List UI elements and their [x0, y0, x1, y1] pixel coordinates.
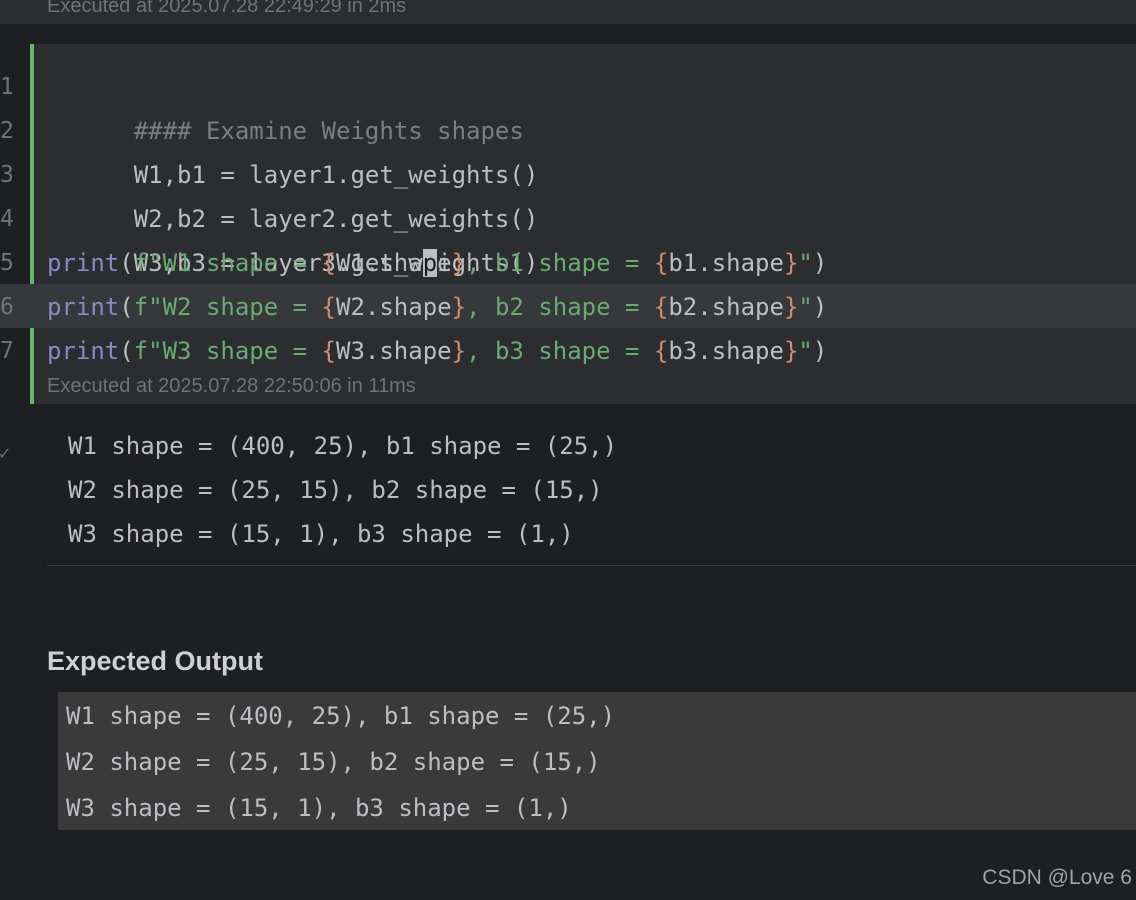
- fstring-text: f"W3 shape =: [133, 337, 322, 365]
- line-number[interactable]: 3: [0, 153, 16, 197]
- code-line-7[interactable]: print(f"W3 shape = {W3.shape}, b3 shape …: [47, 329, 827, 373]
- print-keyword: print: [47, 337, 120, 365]
- brace: }: [783, 337, 799, 365]
- brace: {: [653, 249, 669, 277]
- code-line-1[interactable]: #### Examine Weights shapes: [47, 65, 524, 145]
- code-cell[interactable]: 1 2 3 4 5 6 7 #### Examine Weights shape…: [0, 44, 1136, 404]
- previous-cell-exec-status: Executed at 2025.07.28 22:49:29 in 2ms: [47, 0, 407, 17]
- notebook-page: Executed at 2025.07.28 22:49:29 in 2ms 1…: [0, 0, 1136, 900]
- output-line: W1 shape = (400, 25), b1 shape = (25,): [68, 432, 618, 460]
- line-number[interactable]: 5: [0, 241, 16, 285]
- fstring-text: f"W2 shape =: [133, 293, 322, 321]
- output-line: W3 shape = (15, 1), b3 shape = (1,): [68, 520, 574, 548]
- line-number[interactable]: 4: [0, 197, 16, 241]
- expression: W2.shape: [336, 293, 452, 321]
- brace: }: [783, 249, 799, 277]
- fstring-text: ": [798, 337, 813, 365]
- code-line-3[interactable]: W2,b2 = layer2.get_weights(): [47, 153, 539, 233]
- brace: {: [653, 337, 669, 365]
- expression: W1.sha: [336, 249, 423, 277]
- code-line-2[interactable]: W1,b1 = layer1.get_weights(): [47, 109, 539, 189]
- paren: (: [119, 249, 134, 277]
- output-divider: [47, 565, 1136, 566]
- markdown-code-line: W1 shape = (400, 25), b1 shape = (25,): [66, 702, 616, 730]
- fstring-text: ": [798, 293, 813, 321]
- code-line-6[interactable]: print(f"W2 shape = {W2.shape}, b2 shape …: [47, 285, 827, 329]
- expression: e: [437, 249, 452, 277]
- markdown-heading: Expected Output: [47, 646, 264, 676]
- markdown-code-line: W2 shape = (25, 15), b2 shape = (15,): [66, 748, 601, 776]
- code-line-4[interactable]: W3,b3 = layer3.get_weights(): [47, 197, 539, 277]
- text-cursor: p: [422, 249, 438, 277]
- cell-exec-status: Executed at 2025.07.28 22:50:06 in 11ms: [47, 375, 416, 397]
- paren: ): [812, 293, 828, 321]
- markdown-code-block: W1 shape = (400, 25), b1 shape = (25,) W…: [58, 692, 1136, 830]
- expression: b1.shape: [668, 249, 784, 277]
- brace: {: [321, 337, 336, 365]
- previous-cell-footer: Executed at 2025.07.28 22:49:29 in 2ms: [0, 0, 1136, 24]
- line-number[interactable]: 7: [0, 329, 16, 373]
- brace: }: [451, 293, 467, 321]
- paren: ): [812, 249, 828, 277]
- paren: (: [119, 337, 134, 365]
- fstring-text: ": [798, 249, 813, 277]
- line-number[interactable]: 2: [0, 109, 16, 153]
- fstring-text: f"W1 shape =: [133, 249, 322, 277]
- line-number[interactable]: 1: [0, 65, 16, 109]
- fstring-text: , b2 shape =: [466, 293, 654, 321]
- line-number[interactable]: 6: [0, 285, 16, 329]
- checkmark-icon: ✓: [0, 444, 12, 463]
- code-line-5[interactable]: print(f"W1 shape = {W1.shape}, b1 shape …: [47, 241, 827, 285]
- fstring-text: , b1 shape =: [466, 249, 654, 277]
- brace: {: [321, 249, 336, 277]
- expression: b3.shape: [668, 337, 784, 365]
- brace: }: [783, 293, 799, 321]
- print-keyword: print: [47, 249, 120, 277]
- brace: }: [451, 249, 467, 277]
- brace: {: [321, 293, 336, 321]
- expression: b2.shape: [668, 293, 784, 321]
- brace: {: [653, 293, 669, 321]
- paren: (: [119, 293, 134, 321]
- markdown-code-line: W3 shape = (15, 1), b3 shape = (1,): [66, 794, 572, 822]
- output-line: W2 shape = (25, 15), b2 shape = (15,): [68, 476, 603, 504]
- expression: W3.shape: [336, 337, 452, 365]
- fstring-text: , b3 shape =: [466, 337, 654, 365]
- watermark: CSDN @Love 6: [982, 866, 1132, 889]
- print-keyword: print: [47, 293, 120, 321]
- paren: ): [812, 337, 828, 365]
- brace: }: [451, 337, 467, 365]
